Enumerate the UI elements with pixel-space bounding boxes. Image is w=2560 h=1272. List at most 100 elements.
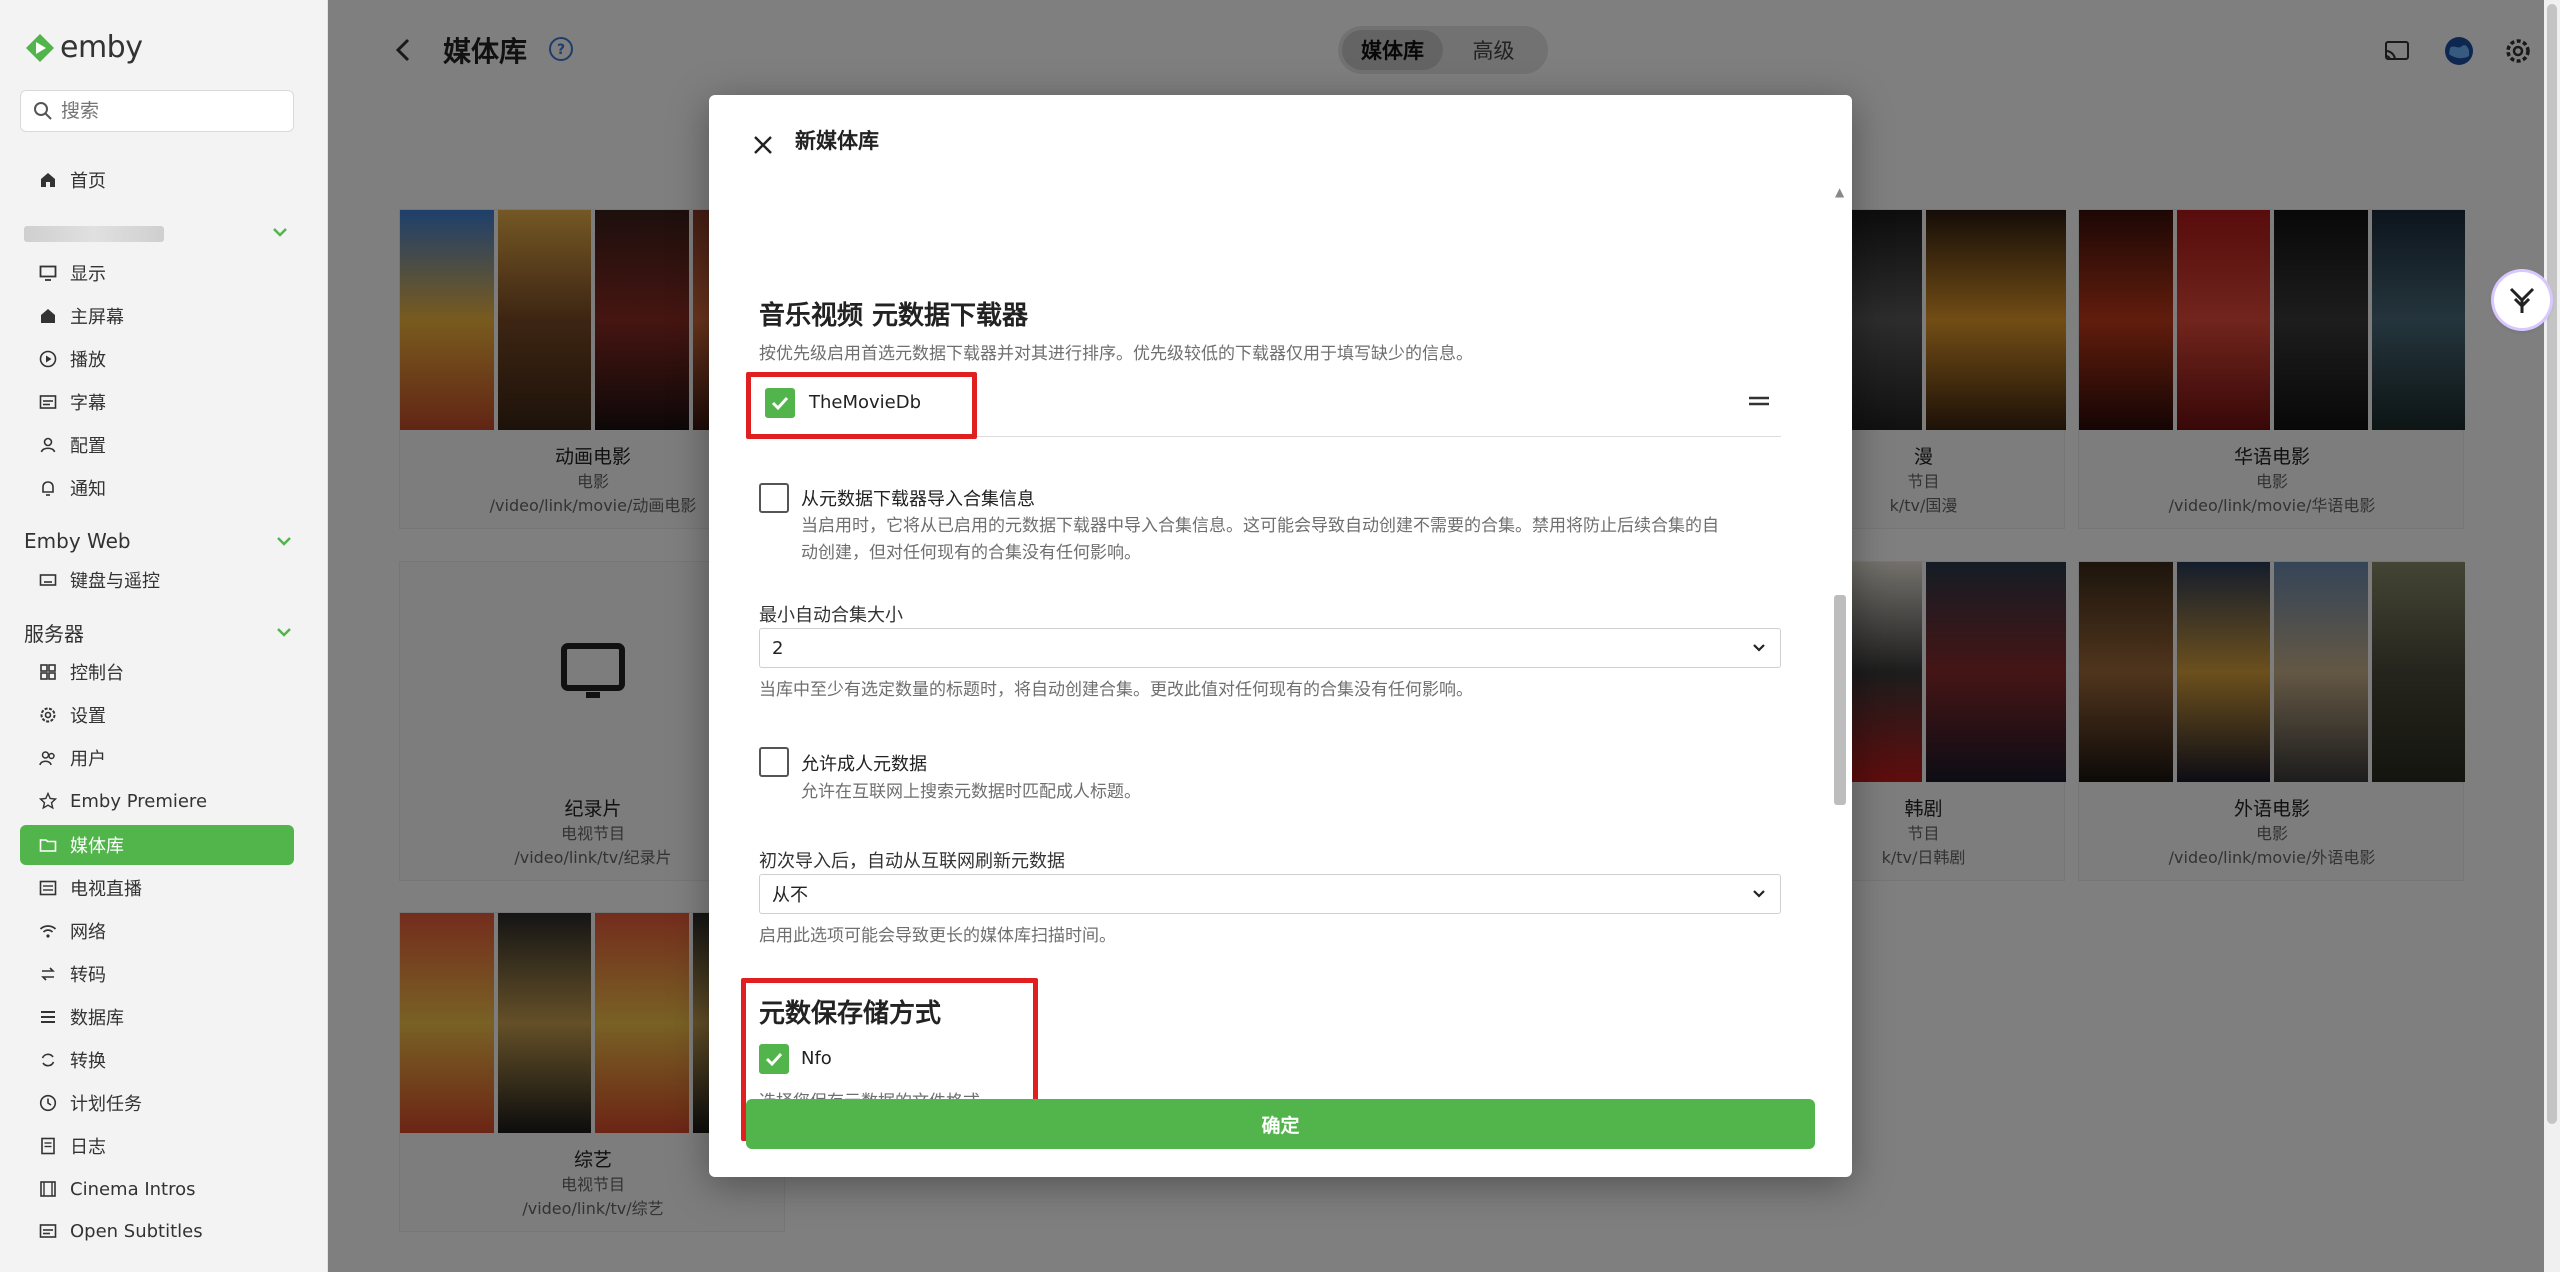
page-scrollbar-thumb[interactable]	[2547, 4, 2557, 1124]
sidebar-item-label: Cinema Intros	[70, 1178, 196, 1200]
bell-icon	[38, 478, 58, 498]
section-server[interactable]: 服务器	[24, 614, 294, 650]
sidebar-item-scheduled-tasks[interactable]: 计划任务	[20, 1083, 294, 1123]
brand-name: emby	[60, 30, 143, 65]
play-circle-icon	[38, 349, 58, 369]
sidebar-item-display[interactable]: 显示	[20, 253, 294, 293]
sidebar-item-label: 转换	[70, 1051, 106, 1072]
sidebar-item-open-subtitles[interactable]: Open Subtitles	[20, 1211, 294, 1251]
monitor-icon	[38, 263, 58, 283]
drag-handle-icon[interactable]	[1747, 393, 1771, 409]
chevron-down-icon	[1753, 644, 1765, 652]
sidebar-item-label: 通知	[70, 479, 106, 500]
tv-guide-icon	[38, 878, 58, 898]
selected-value: 从不	[772, 885, 808, 906]
chevron-down-icon	[1753, 890, 1765, 898]
min-collection-size-description: 当库中至少有选定数量的标题时，将自动创建合集。更改此值对任何现有的合集没有任何影…	[759, 680, 1473, 700]
sidebar-item-label: 数据库	[70, 1008, 124, 1029]
sidebar-item-label: 转码	[70, 965, 106, 986]
import-collections-description-line2: 动创建，但对任何现有的合集没有任何影响。	[801, 543, 1141, 563]
search-icon	[34, 102, 52, 120]
keyboard-icon	[38, 570, 58, 590]
sidebar-item-transcoding[interactable]: 转码	[20, 954, 294, 994]
adult-metadata-checkbox[interactable]	[759, 747, 789, 777]
chevron-down-icon	[277, 628, 291, 637]
sync-icon	[38, 1050, 58, 1070]
confirm-button[interactable]: 确定	[746, 1099, 1815, 1149]
sidebar-item-library[interactable]: 媒体库	[20, 825, 294, 865]
highlight-box-fetcher	[746, 372, 977, 439]
sidebar-item-subtitles[interactable]: 字幕	[20, 382, 294, 422]
sidebar-item-label: 计划任务	[70, 1094, 142, 1115]
chevron-down-icon[interactable]	[270, 222, 290, 242]
sidebar-item-label: 配置	[70, 436, 106, 457]
sidebar-item-home-screen[interactable]: 主屏幕	[20, 296, 294, 336]
sidebar-item-logs[interactable]: 日志	[20, 1126, 294, 1166]
music-video-fetchers-description: 按优先级启用首选元数据下载器并对其进行排序。优先级较低的下载器仅用于填写缺少的信…	[759, 344, 1473, 364]
section-emby-web[interactable]: Emby Web	[24, 523, 294, 559]
sidebar-item-label: 日志	[70, 1137, 106, 1158]
min-collection-size-select[interactable]: 2	[759, 628, 1781, 668]
transcode-icon	[38, 964, 58, 984]
film-icon	[38, 1179, 58, 1199]
sidebar-item-cinema-intros[interactable]: Cinema Intros	[20, 1169, 294, 1209]
subtitles-icon	[38, 392, 58, 412]
refresh-after-import-select[interactable]: 从不	[759, 874, 1781, 914]
sidebar-item-settings[interactable]: 设置	[20, 695, 294, 735]
dashboard-icon	[38, 662, 58, 682]
sidebar-item-label: 控制台	[70, 663, 124, 684]
sidebar-item-label: 键盘与遥控	[70, 571, 160, 592]
min-collection-size-label: 最小自动合集大小	[759, 605, 903, 626]
home-icon	[38, 170, 58, 190]
sidebar-item-label: 设置	[70, 706, 106, 727]
chevron-down-icon	[277, 537, 291, 546]
sidebar-item-conversions[interactable]: 转换	[20, 1040, 294, 1080]
document-icon	[38, 1136, 58, 1156]
sidebar-item-database[interactable]: 数据库	[20, 997, 294, 1037]
search-input[interactable]	[61, 100, 281, 122]
sidebar-item-keyboard-remote[interactable]: 键盘与遥控	[20, 560, 294, 600]
sidebar-item-network[interactable]: 网络	[20, 911, 294, 951]
import-collections-label: 从元数据下载器导入合集信息	[801, 489, 1035, 510]
section-title: 服务器	[24, 621, 84, 646]
person-icon	[38, 435, 58, 455]
assistant-floating-button[interactable]	[2494, 272, 2550, 328]
search-box[interactable]	[20, 90, 294, 132]
emby-logo-icon	[26, 33, 54, 62]
sidebar-item-home[interactable]: 首页	[20, 160, 294, 200]
sidebar-item-label: 首页	[70, 171, 106, 192]
user-name-blurred	[24, 226, 164, 242]
sidebar-item-dashboard[interactable]: 控制台	[20, 652, 294, 692]
section-title: Emby Web	[24, 529, 131, 553]
import-collections-checkbox[interactable]	[759, 483, 789, 513]
dialog-title: 新媒体库	[795, 129, 879, 153]
refresh-after-import-label: 初次导入后，自动从互联网刷新元数据	[759, 851, 1065, 872]
sidebar-item-profile[interactable]: 配置	[20, 425, 294, 465]
sidebar-item-label: Open Subtitles	[70, 1220, 203, 1242]
music-video-fetchers-heading: 音乐视频 元数据下载器	[759, 301, 1029, 331]
adult-metadata-description: 允许在互联网上搜索元数据时匹配成人标题。	[801, 782, 1141, 802]
people-icon	[38, 748, 58, 768]
sidebar-item-label: 播放	[70, 350, 106, 371]
adult-metadata-label: 允许成人元数据	[801, 754, 927, 775]
emby-logo[interactable]: emby	[24, 30, 143, 65]
subtitles-icon	[38, 1221, 58, 1241]
sidebar-item-users[interactable]: 用户	[20, 738, 294, 778]
wifi-icon	[38, 921, 58, 941]
import-collections-description-line1: 当启用时，它将从已启用的元数据下载器中导入合集信息。这可能会导致自动创建不需要的…	[801, 516, 1719, 536]
sidebar-item-notifications[interactable]: 通知	[20, 468, 294, 508]
close-icon[interactable]	[745, 127, 781, 163]
sidebar-item-label: 网络	[70, 922, 106, 943]
sidebar-item-label: Emby Premiere	[70, 790, 208, 812]
sidebar-item-emby-premiere[interactable]: Emby Premiere	[20, 781, 294, 821]
page-scrollbar[interactable]	[2544, 0, 2560, 1272]
sidebar-item-label: 主屏幕	[70, 307, 124, 328]
sidebar-item-playback[interactable]: 播放	[20, 339, 294, 379]
gear-icon	[38, 705, 58, 725]
dialog-body: 音乐视频 元数据下载器 按优先级启用首选元数据下载器并对其进行排序。优先级较低的…	[709, 185, 1852, 1141]
sidebar-item-live-tv[interactable]: 电视直播	[20, 868, 294, 908]
sidebar-item-label: 媒体库	[70, 836, 124, 857]
list-icon	[38, 1007, 58, 1027]
clock-icon	[38, 1093, 58, 1113]
star-icon	[38, 791, 58, 811]
